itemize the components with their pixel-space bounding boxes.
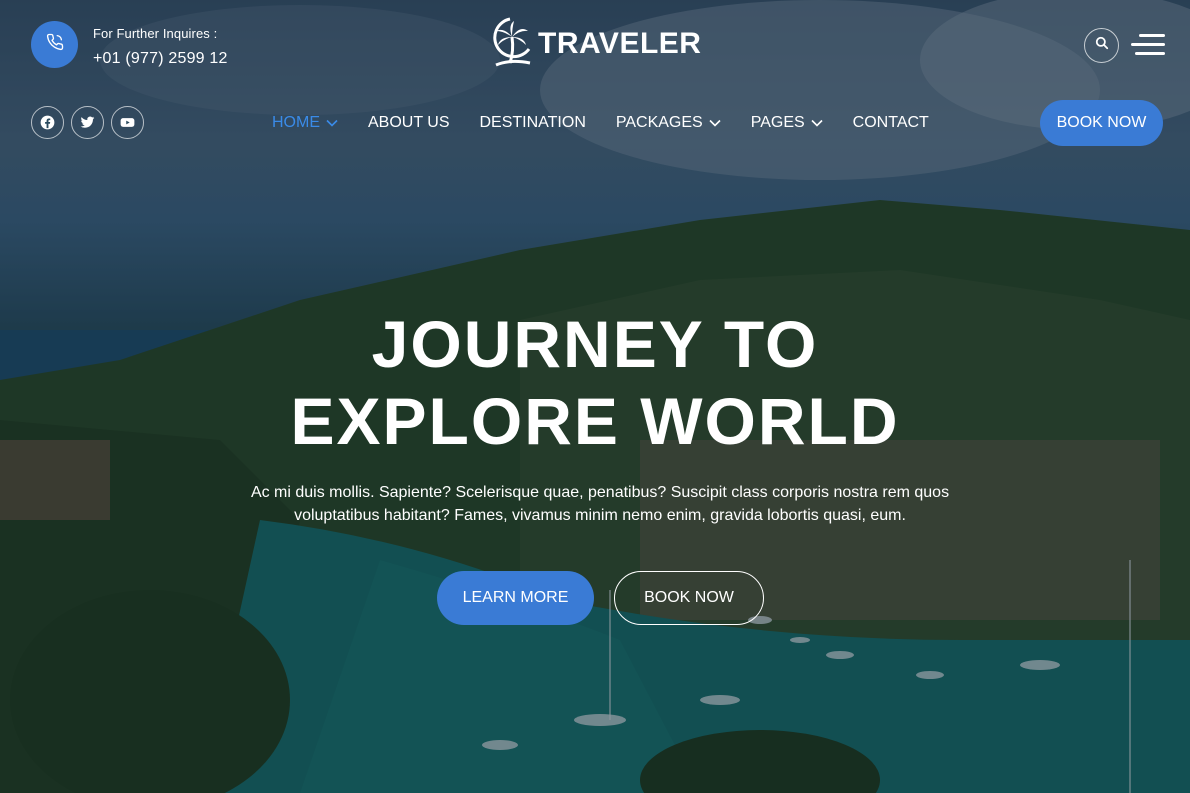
inquiry-label: For Further Inquires : [93,26,218,41]
nav-item-about-us[interactable]: ABOUT US [368,112,450,134]
hero-headline-line-2: EXPLORE WORLD [290,384,900,458]
header-book-now-button[interactable]: BOOK NOW [1040,100,1163,146]
search-icon [1095,36,1109,55]
main-navigation: HOME ABOUT US DESTINATION PACKAGES PAGES… [272,112,959,134]
hero-subtext-line-1: Ac mi duis mollis. Sapiente? Scelerisque… [250,484,950,501]
hero-book-now-button[interactable]: BOOK NOW [614,571,764,625]
nav-item-pages[interactable]: PAGES [751,112,823,134]
hamburger-menu-icon[interactable] [1131,34,1165,56]
nav-item-contact[interactable]: CONTACT [853,112,929,134]
hero-headline: JOURNEY TO EXPLORE WORLD [0,306,1190,460]
phone-icon [46,33,64,56]
nav-item-label: DESTINATION [479,114,586,131]
hero-subtext-line-2: voluptatibus habitant? Fames, vivamus mi… [294,507,906,524]
chevron-down-icon [709,119,721,127]
logo-text: TRAVELER [538,27,702,60]
youtube-icon[interactable] [111,106,144,139]
hero-section: For Further Inquires : +01 (977) 2599 12… [0,0,1190,793]
top-header: For Further Inquires : +01 (977) 2599 12… [0,0,1190,90]
nav-item-label: PAGES [750,114,805,131]
chevron-down-icon [811,119,823,127]
social-links [31,106,144,139]
twitter-icon[interactable] [71,106,104,139]
site-logo[interactable]: TRAVELER [490,16,701,72]
inquiry-phone-number[interactable]: +01 (977) 2599 12 [93,50,228,68]
hero-headline-line-1: JOURNEY TO [371,307,819,381]
nav-item-label: PACKAGES [615,114,703,131]
nav-item-label: HOME [272,114,320,131]
chevron-down-icon [326,119,338,127]
search-button[interactable] [1084,28,1119,63]
nav-item-packages[interactable]: PACKAGES [616,112,721,134]
nav-item-label: CONTACT [852,114,929,131]
hero-subtext: Ac mi duis mollis. Sapiente? Scelerisque… [230,481,970,527]
nav-item-destination[interactable]: DESTINATION [480,112,586,134]
palm-tree-logo-icon [490,15,534,74]
nav-item-home[interactable]: HOME [272,112,338,134]
learn-more-button[interactable]: LEARN MORE [437,571,594,625]
phone-call-button[interactable] [31,21,78,68]
nav-item-label: ABOUT US [368,114,450,131]
facebook-icon[interactable] [31,106,64,139]
